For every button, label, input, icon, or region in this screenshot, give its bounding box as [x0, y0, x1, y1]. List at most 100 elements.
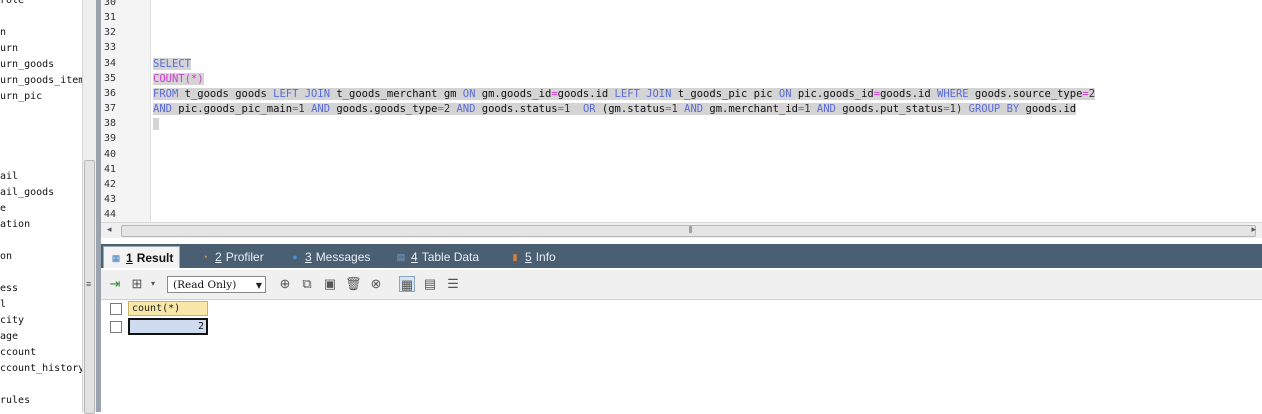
- code-token: goods.id: [880, 87, 937, 100]
- tab-messages[interactable]: ● 3 Messages: [283, 246, 376, 268]
- sql-editor[interactable]: 30 31 32 33 34 35 36 37 38 39 40 41 42 43 44 SELECT COU…: [101, 0, 1262, 222]
- code-token: ON: [462, 87, 476, 100]
- line-number-gutter: 30 31 32 33 34 35 36 37 38 39 40 41 42 43 44: [101, 0, 151, 222]
- code-token: pic.goods_id: [791, 87, 874, 100]
- code-token: gm.goods_id: [475, 87, 552, 100]
- row-checkbox[interactable]: [110, 321, 122, 333]
- tree-vertical-scrollbar[interactable]: ≡: [82, 0, 96, 414]
- code-token: =: [437, 103, 444, 116]
- code-token: pic.goods_pic_main: [171, 103, 293, 116]
- profiler-icon: ◔: [202, 252, 208, 262]
- export-icon[interactable]: ⇥: [107, 276, 123, 292]
- tab-label: Profiler: [225, 250, 264, 264]
- code-token: t_goods_merchant gm: [330, 87, 463, 100]
- grid-options-icon[interactable]: ⊞: [129, 276, 145, 292]
- tree-item[interactable]: l: [0, 299, 6, 311]
- code-line[interactable]: COUNT(*): [153, 72, 204, 86]
- code-line[interactable]: AND pic.goods_pic_main = 1 AND goods.goods…: [153, 102, 1077, 116]
- line-number: 41: [104, 163, 117, 175]
- form-view-icon[interactable]: ▤: [422, 276, 438, 292]
- duplicate-row-icon[interactable]: ⧉: [299, 276, 315, 292]
- delete-icon[interactable]: 🗑: [345, 276, 362, 292]
- table-data-icon: ▤: [396, 252, 406, 262]
- tree-item[interactable]: urn_goods: [0, 59, 54, 71]
- line-number: 31: [104, 12, 117, 24]
- code-token: goods.goods_type: [330, 103, 438, 116]
- tab-label: Result: [136, 250, 174, 265]
- tree-item[interactable]: ccount_history: [0, 363, 82, 375]
- result-grid[interactable]: count(*) 2: [101, 300, 1262, 412]
- code-token: goods.id: [1019, 103, 1077, 116]
- tree-item[interactable]: n: [0, 27, 6, 39]
- code-line[interactable]: FROM t_goods goods LEFT JOIN t_goods_mer…: [153, 87, 1096, 101]
- tree-item[interactable]: age: [0, 331, 18, 343]
- line-number: 40: [104, 148, 117, 160]
- tab-profiler[interactable]: ◔ 2 Profiler: [193, 246, 270, 268]
- tab-number: 2: [215, 250, 222, 264]
- text-view-icon[interactable]: ☰: [445, 276, 461, 292]
- tab-number: 3: [305, 250, 312, 264]
- tree-item[interactable]: city: [0, 315, 24, 327]
- code-token: =: [943, 103, 950, 116]
- select-all-checkbox[interactable]: [110, 303, 122, 315]
- tree-item[interactable]: rules: [0, 395, 30, 407]
- tab-result[interactable]: ▦ 1 Result: [103, 246, 181, 268]
- code-token: 1: [671, 103, 685, 116]
- line-number: 32: [104, 27, 117, 39]
- scroll-left-arrow-icon[interactable]: ◂: [107, 224, 112, 235]
- code-token: t_goods_pic pic: [671, 87, 779, 100]
- code-line[interactable]: [153, 117, 160, 131]
- tree-item[interactable]: urn: [0, 43, 18, 55]
- editor-horizontal-scrollbar[interactable]: ◂ ⦀ ▸: [101, 222, 1262, 238]
- tree-item[interactable]: role: [0, 0, 24, 7]
- tree-item[interactable]: urn_pic: [0, 91, 42, 103]
- chevron-down-icon[interactable]: ▾: [145, 276, 161, 292]
- grid-view-icon[interactable]: ▦: [399, 276, 415, 292]
- sql-code-area[interactable]: SELECT COUNT(*) FROM t_goods goods LEFT JO…: [151, 0, 1262, 222]
- tree-item[interactable]: ccount: [0, 347, 36, 359]
- tree-item[interactable]: ation: [0, 219, 30, 231]
- code-token: [153, 118, 160, 131]
- code-token: 1): [949, 103, 969, 116]
- code-token: LEFT JOIN: [273, 87, 331, 100]
- line-number: 39: [104, 133, 117, 145]
- editor-scrollbar-thumb[interactable]: ⦀: [121, 225, 1256, 237]
- code-token: 2: [1088, 87, 1096, 100]
- result-grid-icon: ▦: [111, 252, 121, 263]
- tree-item[interactable]: ail_goods: [0, 187, 54, 199]
- tree-item[interactable]: ail: [0, 171, 18, 183]
- scroll-right-arrow-icon[interactable]: ▸: [1251, 224, 1256, 235]
- code-token: AND: [684, 103, 704, 116]
- tab-label: Info: [535, 250, 556, 264]
- result-tabs-bar: ▦ 1 Result ◔ 2 Profiler ● 3 Messages ▤ 4 Table Data…: [101, 244, 1262, 268]
- code-token: WHERE: [937, 87, 969, 100]
- code-line[interactable]: SELECT: [153, 57, 191, 71]
- tree-item[interactable]: on: [0, 251, 12, 263]
- add-row-icon[interactable]: ⊕: [277, 276, 293, 292]
- line-number: 34: [104, 57, 117, 69]
- code-token: GROUP BY: [968, 103, 1020, 116]
- code-token: =: [551, 87, 558, 100]
- read-only-mode-select[interactable]: (Read Only) ▼: [167, 276, 266, 293]
- code-token: LEFT JOIN: [614, 87, 672, 100]
- code-token: COUNT: [153, 72, 185, 85]
- code-token: (gm.status: [595, 103, 666, 116]
- tab-info[interactable]: ▮ 5 Info: [503, 246, 562, 268]
- object-browser-tree[interactable]: role n urn urn_goods urn_goods_item urn_picai…: [0, 0, 82, 412]
- code-token: FROM: [153, 87, 179, 100]
- code-token: SELECT: [153, 57, 191, 70]
- tree-item[interactable]: ess: [0, 283, 18, 295]
- cancel-changes-icon[interactable]: ⊗: [368, 276, 384, 292]
- code-token: 1: [298, 103, 312, 116]
- tree-item[interactable]: e: [0, 203, 6, 215]
- save-icon[interactable]: ▣: [322, 276, 338, 292]
- column-header[interactable]: count(*): [128, 301, 208, 316]
- tree-scrollbar-thumb[interactable]: ≡: [84, 160, 95, 414]
- tab-label: Table Data: [421, 250, 480, 264]
- line-number: 35: [104, 72, 117, 84]
- tab-table-data[interactable]: ▤ 4 Table Data: [389, 246, 485, 268]
- tree-item[interactable]: urn_goods_item: [0, 75, 82, 87]
- chevron-down-icon: ▼: [255, 281, 262, 290]
- code-token: goods.put_status: [835, 103, 944, 116]
- result-cell[interactable]: 2: [128, 318, 208, 335]
